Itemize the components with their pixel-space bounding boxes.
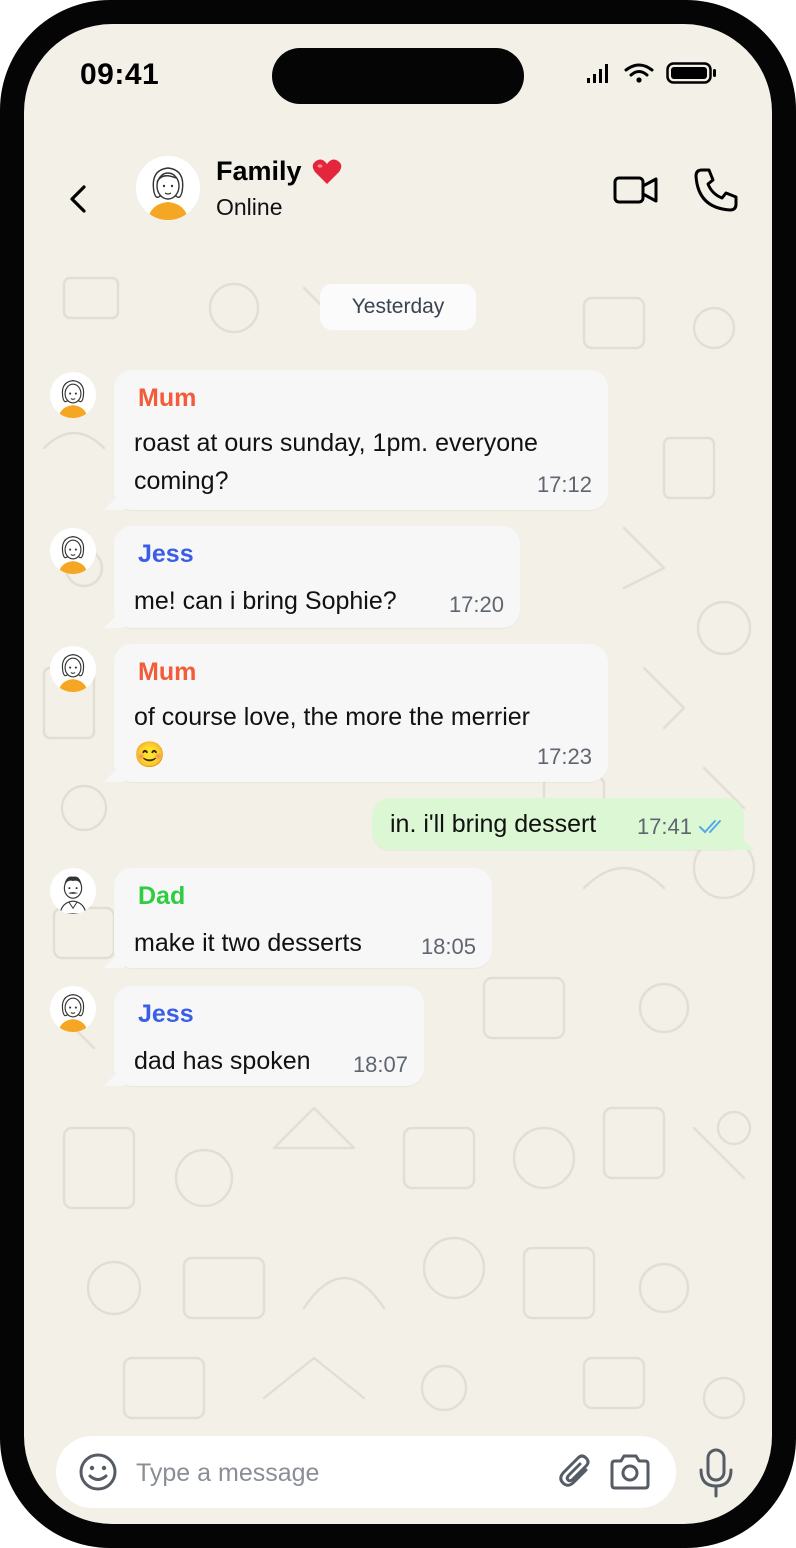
phone-call-icon[interactable] — [692, 166, 740, 214]
message-text: dad has spoken — [134, 1047, 311, 1075]
microphone-icon[interactable] — [696, 1448, 736, 1498]
emoji-icon[interactable] — [78, 1452, 118, 1492]
attach-icon[interactable] — [556, 1452, 596, 1492]
chat-area[interactable]: Yesterday Mum roast at ours sunday, 1pm.… — [24, 248, 772, 1444]
message-text: roast at ours sunday, 1pm. everyone — [134, 429, 538, 457]
back-icon[interactable] — [64, 184, 94, 214]
message-time: 17:41 — [636, 814, 692, 839]
chat-status: Online — [216, 194, 283, 220]
sender-name: Jess — [138, 540, 194, 568]
message-text: make it two desserts — [134, 929, 362, 957]
mum-avatar[interactable] — [50, 646, 96, 692]
man-avatar-icon — [59, 876, 87, 914]
wifi-icon — [624, 63, 654, 83]
dynamic-island — [272, 48, 524, 104]
message-bubble[interactable]: Dad make it two desserts 18:05 — [114, 868, 492, 968]
jess-avatar[interactable] — [50, 528, 96, 574]
chat-title[interactable]: Family — [216, 156, 302, 187]
message-time: 18:05 — [420, 934, 476, 959]
message-time: 17:23 — [536, 744, 592, 769]
sender-name: Dad — [138, 882, 186, 910]
woman-avatar-icon — [58, 536, 88, 574]
screen: 09:41 Family Online Yesterday Mum roast … — [24, 24, 772, 1524]
message-text: me! can i bring Sophie? — [134, 587, 397, 615]
double-check-icon — [699, 820, 721, 834]
outgoing-message-bubble[interactable]: in. i'll bring dessert 17:41 — [372, 798, 744, 850]
phone-frame: 09:41 Family Online Yesterday Mum roast … — [0, 0, 796, 1548]
message-bubble[interactable]: Jess dad has spoken 18:07 — [114, 986, 424, 1086]
woman-avatar-icon — [58, 994, 88, 1032]
woman-avatar-icon — [136, 156, 200, 220]
message-time: 18:07 — [352, 1052, 408, 1077]
date-divider: Yesterday — [320, 284, 476, 330]
signal-icon — [587, 64, 608, 83]
camera-icon[interactable] — [608, 1452, 652, 1492]
smiling-face-emoji: 😊 — [134, 741, 166, 769]
message-text: in. i'll bring dessert — [390, 810, 597, 838]
heart-icon — [312, 159, 342, 184]
woman-avatar-icon — [58, 654, 88, 692]
woman-avatar-icon — [58, 380, 88, 418]
battery-icon — [666, 62, 716, 84]
message-bubble[interactable]: Jess me! can i bring Sophie? 17:20 — [114, 526, 520, 628]
group-avatar[interactable] — [136, 156, 200, 220]
sender-name: Jess — [138, 1000, 194, 1028]
message-input[interactable] — [134, 1452, 518, 1494]
sender-name: Mum — [138, 384, 197, 412]
message-bubble[interactable]: Mum of course love, the more the merrier… — [114, 644, 608, 782]
message-composer — [56, 1436, 676, 1508]
message-time: 17:12 — [536, 472, 592, 497]
message-bubble[interactable]: Mum roast at ours sunday, 1pm. everyone … — [114, 370, 608, 510]
mum-avatar[interactable] — [50, 372, 96, 418]
message-text: of course love, the more the merrier — [134, 703, 530, 731]
dad-avatar[interactable] — [50, 868, 96, 914]
sender-name: Mum — [138, 658, 197, 686]
video-call-icon[interactable] — [612, 172, 660, 208]
message-time: 17:20 — [448, 592, 504, 617]
message-text: coming? — [134, 467, 229, 495]
jess-avatar[interactable] — [50, 986, 96, 1032]
chat-header: Family Online — [24, 144, 772, 248]
status-icons — [586, 62, 718, 84]
status-time: 09:41 — [80, 58, 160, 91]
